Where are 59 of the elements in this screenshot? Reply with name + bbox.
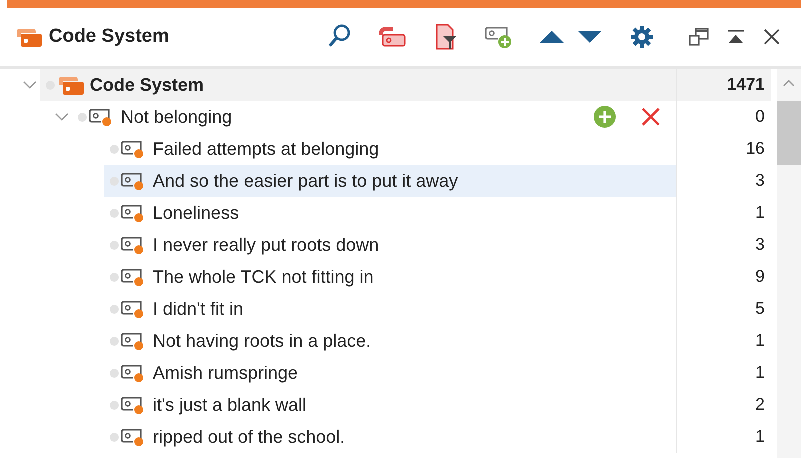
code-label: Not belonging <box>121 106 232 129</box>
count-cell: 1 <box>676 357 771 389</box>
code-label: Not having roots in a place. <box>153 330 372 353</box>
tree-row[interactable]: it's just a blank wall <box>104 389 676 421</box>
settings-icon <box>630 25 654 49</box>
code-label: I never really put roots down <box>153 234 380 257</box>
settings-button[interactable] <box>629 24 655 50</box>
code-system-icon <box>57 74 85 96</box>
count-cell: 9 <box>676 261 771 293</box>
chevron-icon <box>55 112 69 122</box>
count-cell: 5 <box>676 293 771 325</box>
tree-row[interactable]: I never really put roots down <box>104 229 676 261</box>
close-icon <box>763 28 781 46</box>
code-label: ripped out of the school. <box>153 426 346 449</box>
triangle-down-icon <box>578 31 602 43</box>
code-system-icon <box>15 26 43 48</box>
count-cell: 3 <box>676 229 771 261</box>
tree-row[interactable]: Not having roots in a place. <box>104 325 676 357</box>
code-label: The whole TCK not fitting in <box>153 266 374 289</box>
count-cell: 3 <box>676 165 771 197</box>
code-label: And so the easier part is to put it away <box>153 170 458 193</box>
tree-row[interactable]: Loneliness <box>104 197 676 229</box>
tree-row[interactable]: Failed attempts at belonging <box>104 133 676 165</box>
code-label: Amish rumspringe <box>153 362 298 385</box>
scroll-up-icon <box>783 79 795 87</box>
count-cell: 1 <box>676 197 771 229</box>
tree-row[interactable]: Not belonging <box>72 101 676 133</box>
code-label: I didn't fit in <box>153 298 244 320</box>
triangle-up-icon <box>540 31 564 43</box>
delete-button[interactable] <box>640 106 662 128</box>
tree-row[interactable]: The whole TCK not fitting in <box>104 261 676 293</box>
search-icon <box>328 24 352 50</box>
undock-button[interactable] <box>687 25 711 49</box>
code-label: it's just a blank wall <box>153 394 307 417</box>
tree-row[interactable]: ripped out of the school. <box>104 421 676 453</box>
tree-row[interactable]: Amish rumspringe <box>104 357 676 389</box>
tree-row[interactable]: I didn't fit in <box>104 293 676 325</box>
plus-icon <box>599 111 611 123</box>
count-cell: 1471 <box>676 69 771 101</box>
panel-title: Code System <box>49 24 170 49</box>
document-filter-icon <box>434 23 458 51</box>
scrollbar[interactable] <box>777 69 801 458</box>
tag-plus-icon <box>485 24 513 50</box>
count-cell: 16 <box>676 133 771 165</box>
windows-icon <box>688 27 710 47</box>
tag-arrow-icon <box>379 25 407 49</box>
collapse-top-icon <box>727 30 745 44</box>
count-cell: 2 <box>676 389 771 421</box>
tree-row[interactable]: And so the easier part is to put it away <box>104 165 676 197</box>
tree-row[interactable]: Code System <box>40 69 676 101</box>
count-cell: 1 <box>676 421 771 453</box>
delete-icon <box>641 107 661 127</box>
count-cell: 0 <box>676 101 771 133</box>
code-label: Loneliness <box>153 202 240 224</box>
code-label: Failed attempts at belonging <box>153 138 380 161</box>
scroll-thumb[interactable] <box>777 101 801 165</box>
code-label: Code System <box>90 74 204 97</box>
chevron-icon <box>23 80 37 90</box>
count-cell: 1 <box>676 325 771 357</box>
